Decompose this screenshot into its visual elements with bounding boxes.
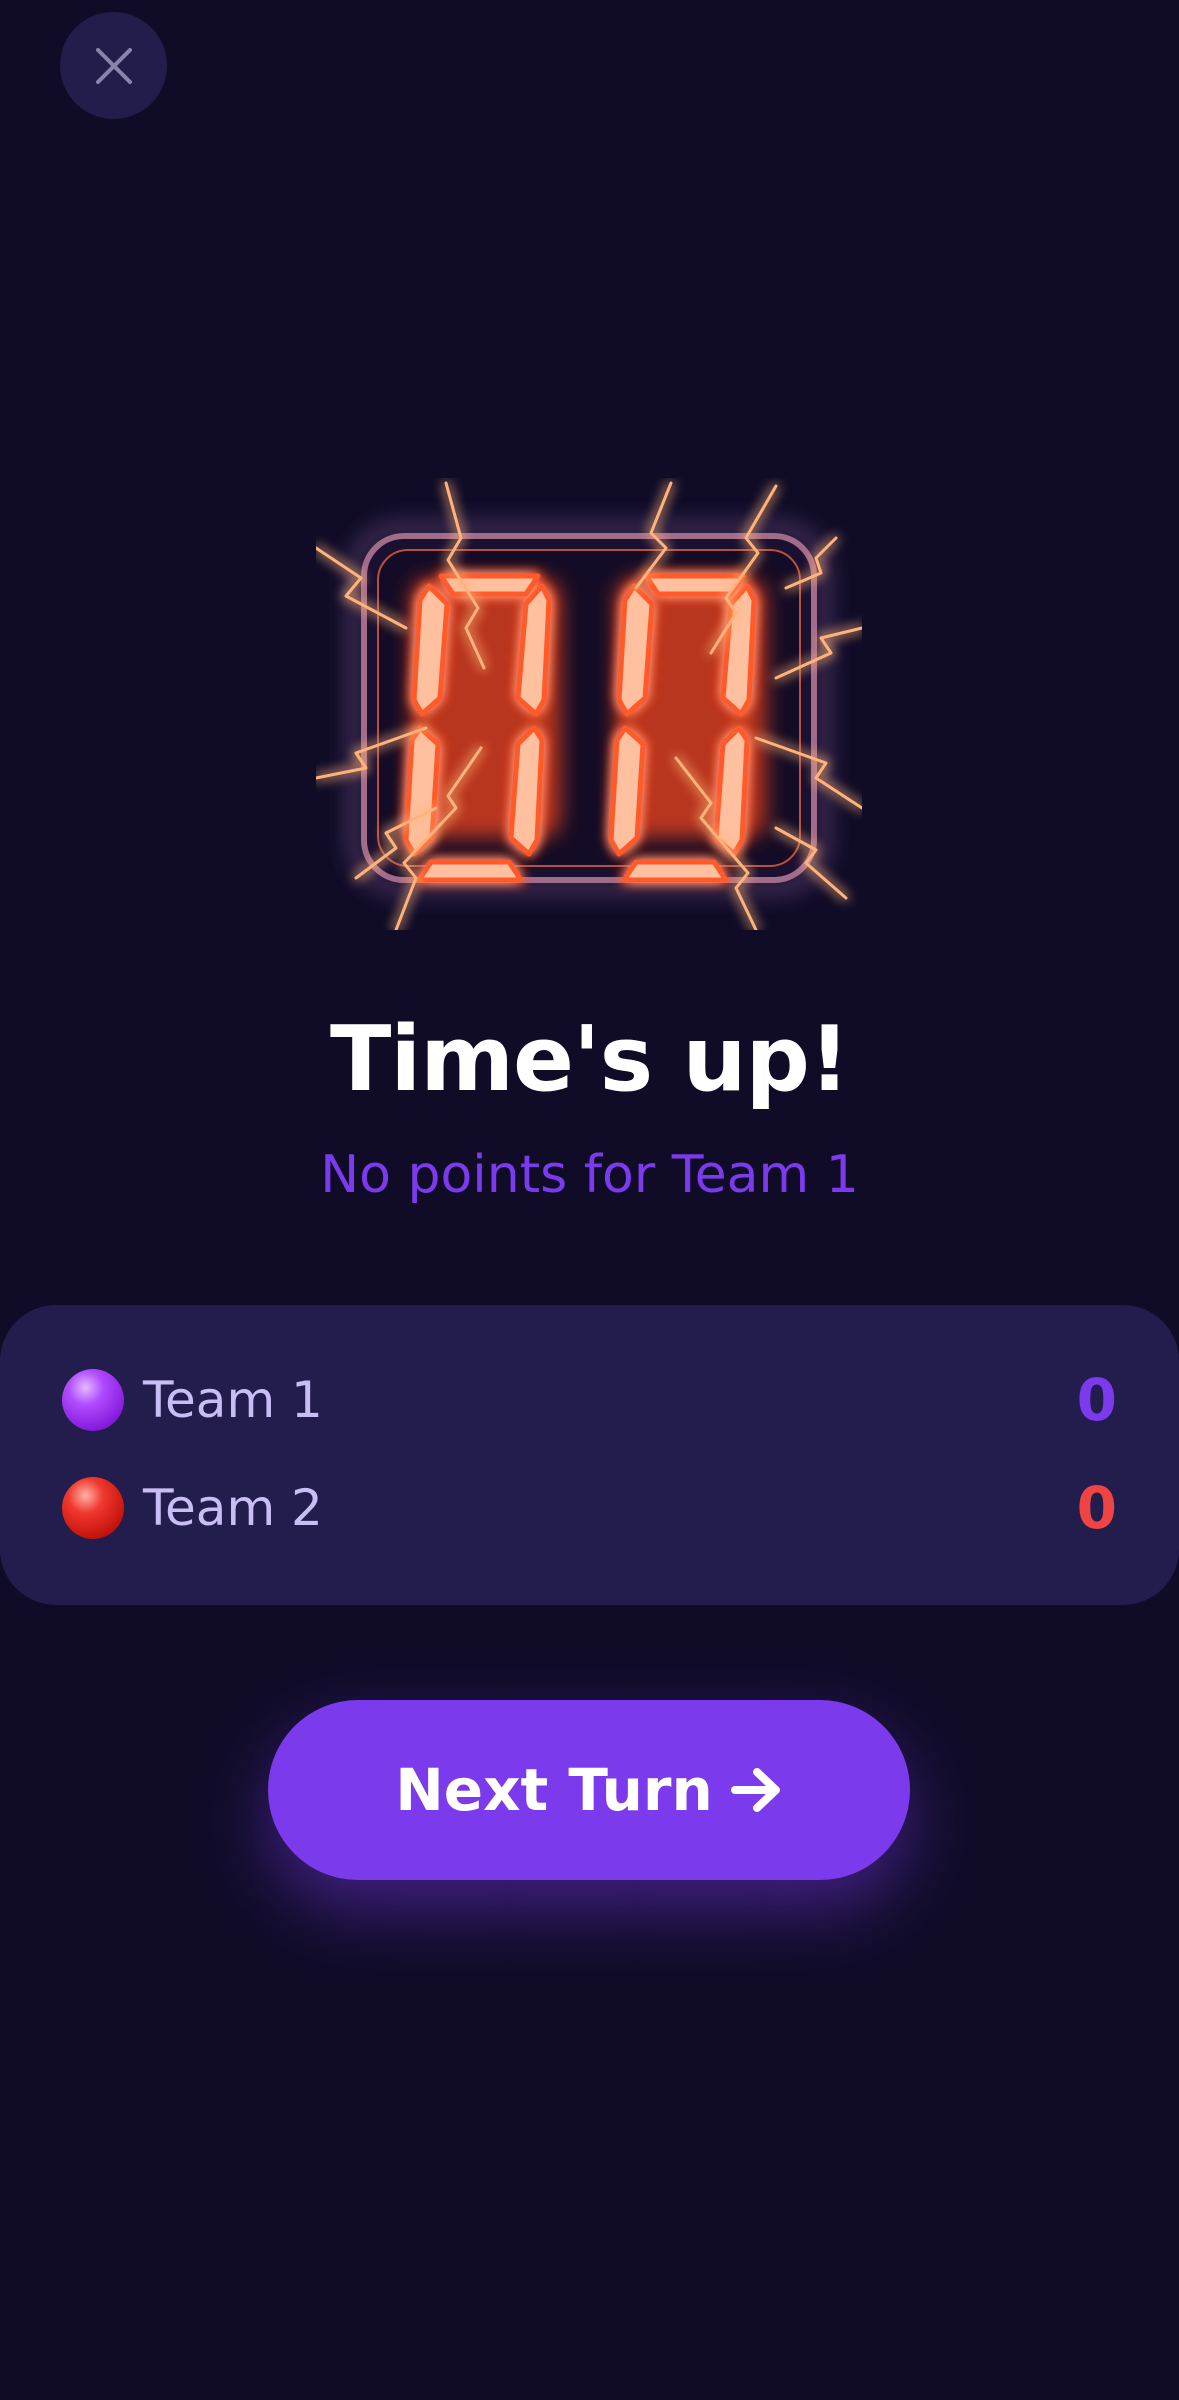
times-up-screen: Time's up! No points for Team 1 Team 1 0… [0,0,1179,2400]
next-turn-button[interactable]: Next Turn [268,1700,910,1880]
team-score: 0 [1076,1366,1117,1434]
team-name: Team 2 [143,1479,323,1537]
expired-timer-illustration [316,478,862,930]
arrow-right-icon [730,1768,780,1812]
scoreboard [0,1305,1179,1605]
red-circle-icon [62,1477,124,1539]
purple-circle-icon [62,1369,124,1431]
page-title: Time's up! [329,1007,850,1112]
team-score: 0 [1076,1474,1117,1542]
close-button[interactable] [60,12,167,119]
result-message: No points for Team 1 [320,1145,859,1205]
team-row: Team 2 0 [0,1468,1179,1548]
close-icon [95,47,132,84]
team-row: Team 1 0 [0,1360,1179,1440]
next-turn-label: Next Turn [395,1756,713,1824]
team-name: Team 1 [143,1371,323,1429]
digital-timer-icon [316,481,862,930]
